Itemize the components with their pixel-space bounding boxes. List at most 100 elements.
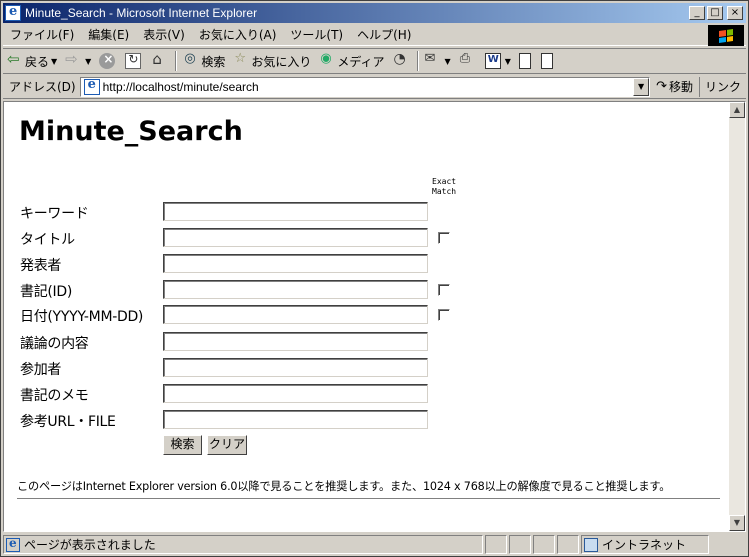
go-label: 移動: [668, 80, 693, 94]
search-button[interactable]: 検索: [179, 50, 229, 72]
secretary-id-input[interactable]: [163, 280, 428, 299]
address-url[interactable]: http://localhost/minute/search: [103, 80, 259, 94]
status-pane: [509, 535, 531, 554]
title-exact-match-checkbox[interactable]: [438, 232, 450, 244]
status-message-pane: ページが表示されました: [3, 535, 483, 554]
forward-button[interactable]: ▼: [61, 50, 95, 72]
clear-button[interactable]: クリア: [207, 435, 247, 455]
presenter-input[interactable]: [163, 254, 428, 273]
secretary-id-exact-match-checkbox[interactable]: [438, 284, 450, 296]
back-arrow-icon: [7, 50, 23, 69]
back-dropdown-icon[interactable]: ▼: [51, 57, 57, 66]
minimize-button[interactable]: _: [689, 6, 705, 20]
menu-edit[interactable]: 編集(E): [81, 26, 136, 43]
refresh-button[interactable]: [121, 50, 147, 72]
favorites-label: お気に入り: [251, 54, 312, 69]
field-label: タイトル: [20, 232, 75, 248]
mail-icon: [425, 51, 441, 69]
address-label: アドレス(D): [9, 80, 76, 94]
security-zone-pane: イントラネット: [581, 535, 709, 554]
stop-button[interactable]: [95, 50, 121, 72]
go-button[interactable]: 移動: [650, 76, 700, 97]
exact-match-header: Exact Match: [432, 177, 456, 197]
home-button[interactable]: [147, 50, 173, 72]
scroll-up-icon[interactable]: ▲: [729, 102, 745, 118]
field-label: キーワード: [20, 206, 89, 222]
horizontal-rule: [17, 498, 720, 500]
title-input[interactable]: [163, 228, 428, 247]
mail-button[interactable]: ▼: [421, 50, 455, 72]
toolbar-separator: [416, 51, 419, 71]
back-button[interactable]: 戻る ▼: [3, 50, 61, 72]
history-icon: [393, 51, 409, 69]
menu-tools[interactable]: ツール(T): [283, 26, 350, 43]
links-button[interactable]: リンク: [700, 78, 746, 95]
menu-favorites[interactable]: お気に入り(A): [192, 26, 284, 43]
date-exact-match-checkbox[interactable]: [438, 309, 450, 321]
forward-dropdown-icon[interactable]: ▼: [85, 57, 91, 66]
home-icon: [151, 50, 167, 69]
address-dropdown-icon[interactable]: ▼: [633, 77, 650, 96]
field-row-date: 日付(YYYY-MM-DD): [20, 304, 480, 326]
keyword-input[interactable]: [163, 202, 428, 221]
menu-bar: ファイル(F) 編集(E) 表示(V) お気に入り(A) ツール(T) ヘルプ(…: [3, 24, 746, 46]
print-button[interactable]: [455, 50, 481, 72]
discuss-button[interactable]: [515, 50, 537, 72]
edit-dropdown-icon[interactable]: ▼: [505, 57, 511, 66]
close-button[interactable]: ×: [727, 6, 743, 20]
media-icon: [319, 51, 335, 69]
secretary-memo-input[interactable]: [163, 384, 428, 403]
status-pane: [485, 535, 507, 554]
field-row-reference: 参考URL・FILE: [20, 409, 480, 431]
field-row-secretary-memo: 書記のメモ: [20, 383, 480, 405]
field-label: 発表者: [20, 258, 62, 274]
field-label: 書記(ID): [20, 284, 73, 300]
reference-input[interactable]: [163, 410, 428, 429]
standard-toolbar: 戻る ▼ ▼ 検索 お気に入り メディア ▼: [3, 48, 746, 74]
favorites-icon: [233, 51, 249, 69]
field-row-participants: 参加者: [20, 357, 480, 379]
discussion-input[interactable]: [163, 332, 428, 351]
mail-dropdown-icon[interactable]: ▼: [445, 57, 451, 66]
refresh-icon: [125, 52, 142, 69]
status-pane: [533, 535, 555, 554]
address-bar: アドレス(D) http://localhost/minute/search ▼…: [3, 75, 746, 99]
media-label: メディア: [337, 54, 385, 69]
field-row-discussion: 議論の内容: [20, 331, 480, 353]
date-input[interactable]: [163, 305, 428, 324]
status-bar: ページが表示されました イントラネット: [3, 534, 746, 555]
field-row-presenter: 発表者: [20, 253, 480, 275]
favorites-button[interactable]: お気に入り: [229, 50, 315, 72]
browser-recommendation-notice: このページはInternet Explorer version 6.0以降で見る…: [17, 480, 671, 493]
page-title: Minute_Search: [19, 116, 243, 147]
intranet-zone-icon: [584, 537, 598, 552]
page-loaded-icon: [6, 536, 20, 552]
exact-match-line1: Exact: [432, 177, 457, 186]
menu-file[interactable]: ファイル(F): [3, 26, 81, 43]
vertical-scrollbar[interactable]: ▲ ▼: [729, 102, 745, 531]
forward-arrow-icon: [65, 50, 81, 69]
messenger-button[interactable]: [537, 50, 559, 72]
field-row-keyword: キーワード: [20, 201, 480, 223]
word-icon: [484, 53, 501, 69]
media-button[interactable]: メディア: [315, 50, 388, 72]
menu-view[interactable]: 表示(V): [136, 26, 192, 43]
field-row-secretary-id: 書記(ID): [20, 279, 480, 301]
scroll-down-icon[interactable]: ▼: [729, 515, 745, 531]
messenger-icon: [540, 53, 553, 69]
status-pane: [557, 535, 579, 554]
participants-input[interactable]: [163, 358, 428, 377]
maximize-button[interactable]: □: [707, 6, 723, 20]
field-row-title: タイトル: [20, 227, 480, 249]
search-submit-button[interactable]: 検索: [163, 435, 202, 455]
search-icon: [183, 51, 199, 69]
status-message: ページが表示されました: [24, 538, 156, 552]
ie-logo-icon: [5, 4, 21, 21]
menu-help[interactable]: ヘルプ(H): [350, 26, 418, 43]
history-button[interactable]: [389, 50, 415, 72]
address-field[interactable]: http://localhost/minute/search ▼: [79, 76, 651, 97]
stop-icon: [99, 52, 116, 69]
browser-window: Minute_Search - Microsoft Internet Explo…: [0, 0, 749, 557]
edit-word-button[interactable]: ▼: [481, 50, 515, 72]
back-label: 戻る: [25, 54, 50, 69]
